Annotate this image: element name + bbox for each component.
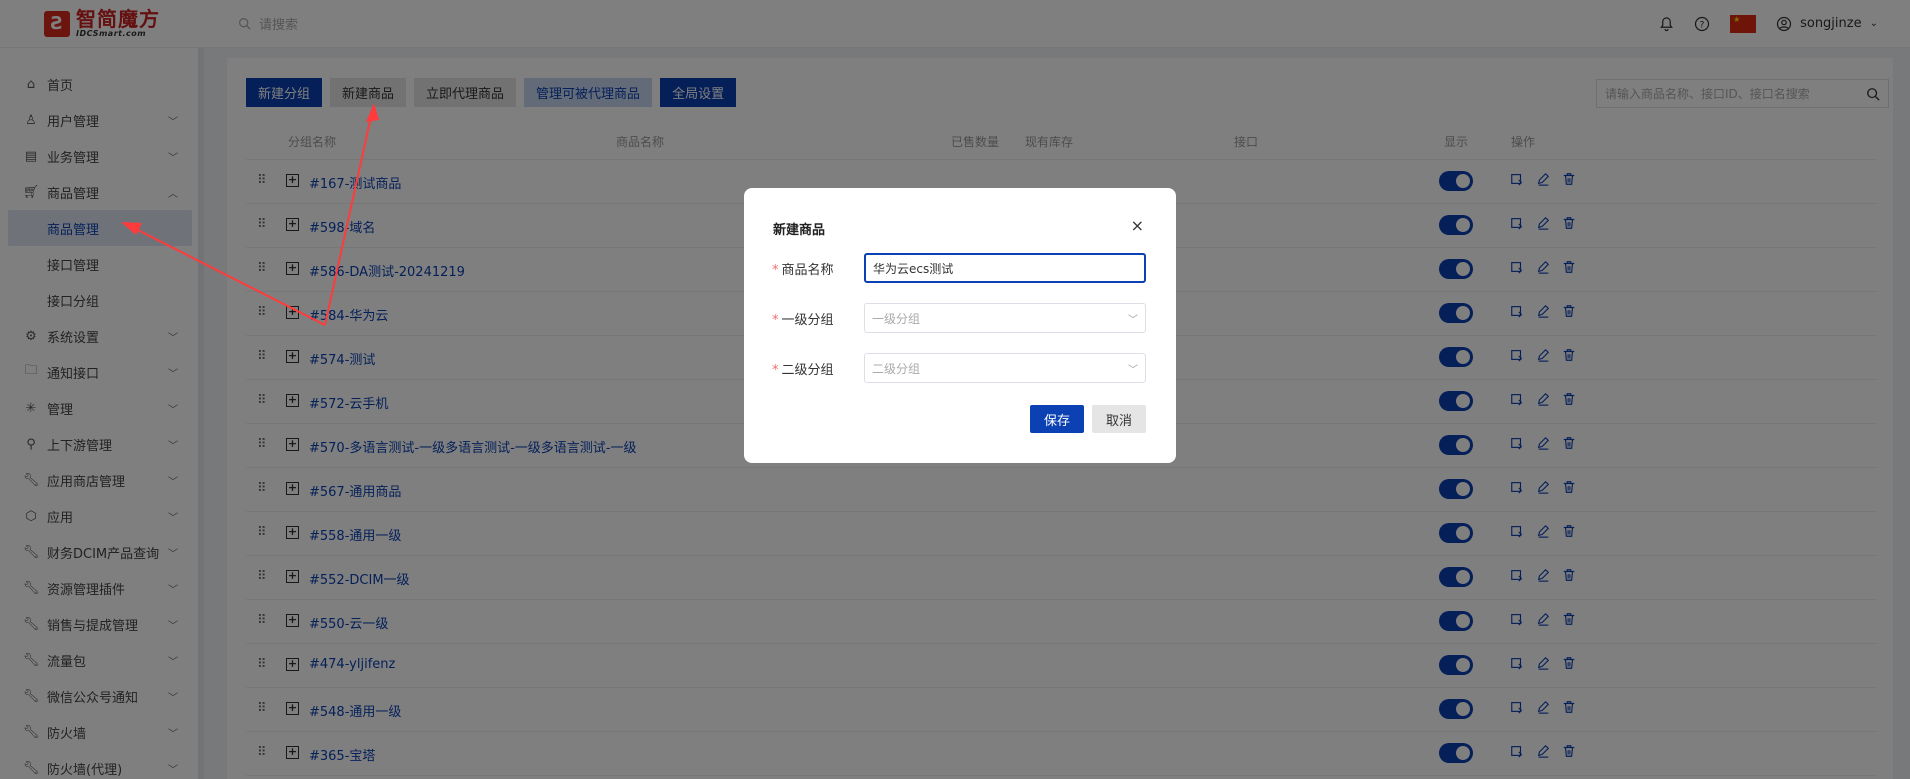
dialog-title: 新建商品 [773,223,826,238]
chevron-down-icon: ﹀ [1128,364,1138,376]
new-product-dialog: 新建商品 × * 商品名称 华为云ecs测试 * 一级分组 一级分组 ﹀ * 二级分组 … [744,188,1176,463]
group2-select[interactable]: 二级分组 ﹀ [864,353,1146,383]
product-name-input[interactable]: 华为云ecs测试 [864,253,1146,283]
product-name-row: * 商品名称 华为云ecs测试 [772,253,1152,283]
group2-row: * 二级分组 二级分组 ﹀ [772,353,1152,383]
group1-row: * 一级分组 一级分组 ﹀ [772,303,1152,333]
group1-label: * 一级分组 [772,312,834,328]
group2-placeholder: 二级分组 [872,361,921,376]
cancel-button[interactable]: 取消 [1091,405,1146,433]
close-icon[interactable]: × [1131,216,1144,235]
product-name-label: * 商品名称 [772,262,834,278]
group1-select[interactable]: 一级分组 ﹀ [864,303,1146,333]
save-button[interactable]: 保存 [1029,405,1084,433]
group1-placeholder: 一级分组 [872,311,921,326]
chevron-down-icon: ﹀ [1128,314,1138,326]
group2-label: * 二级分组 [772,362,834,378]
